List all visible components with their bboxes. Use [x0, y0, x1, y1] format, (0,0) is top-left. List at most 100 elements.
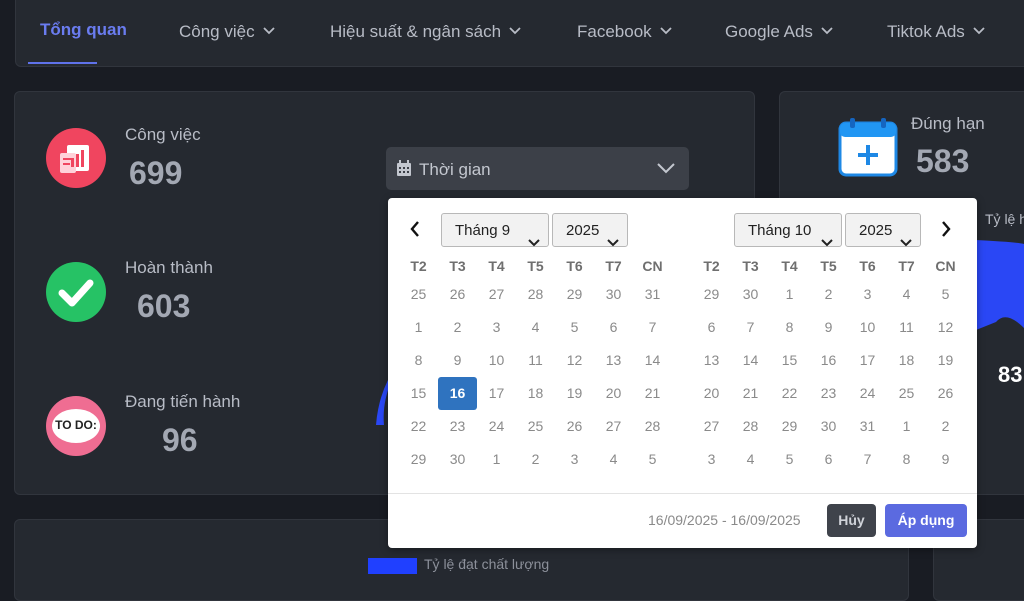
calendar-day[interactable]: 3 — [555, 443, 594, 476]
calendar-day[interactable]: 10 — [848, 311, 887, 344]
calendar-day[interactable]: 28 — [516, 278, 555, 311]
left-month-select[interactable]: Tháng 9 — [441, 213, 549, 247]
calendar-day[interactable]: 6 — [692, 311, 731, 344]
nav-tab-google-ads[interactable]: Google Ads — [725, 20, 833, 42]
calendar-day[interactable]: 15 — [399, 377, 438, 410]
calendar-day[interactable]: 28 — [731, 410, 770, 443]
calendar-day[interactable]: 6 — [809, 443, 848, 476]
calendar-day[interactable]: 29 — [555, 278, 594, 311]
calendar-day[interactable]: 12 — [926, 311, 965, 344]
calendar-day[interactable]: 1 — [887, 410, 926, 443]
calendar-day[interactable]: 31 — [848, 410, 887, 443]
calendar-day-selected[interactable]: 16 — [438, 377, 477, 410]
calendar-day[interactable]: 3 — [848, 278, 887, 311]
calendar-day[interactable]: 11 — [887, 311, 926, 344]
calendar-day[interactable]: 8 — [887, 443, 926, 476]
calendar-day[interactable]: 17 — [848, 344, 887, 377]
calendar-day[interactable]: 12 — [555, 344, 594, 377]
calendar-day[interactable]: 1 — [770, 278, 809, 311]
calendar-day[interactable]: 13 — [692, 344, 731, 377]
calendar-day[interactable]: 5 — [555, 311, 594, 344]
right-year-select[interactable]: 2025 — [845, 213, 921, 247]
calendar-day[interactable]: 15 — [770, 344, 809, 377]
calendar-day[interactable]: 18 — [887, 344, 926, 377]
nav-tab-facebook[interactable]: Facebook — [577, 20, 672, 42]
date-range-picker: Tháng 9 2025 Tháng 10 2025 T2 T3 T4 T5 T6 T7 C… — [388, 198, 977, 548]
calendar-day[interactable]: 30 — [731, 278, 770, 311]
left-year-select[interactable]: 2025 — [552, 213, 628, 247]
calendar-day[interactable]: 20 — [594, 377, 633, 410]
calendar-day[interactable]: 1 — [477, 443, 516, 476]
calendar-day[interactable]: 20 — [692, 377, 731, 410]
calendar-day[interactable]: 9 — [926, 443, 965, 476]
nav-tab-performance-budget[interactable]: Hiệu suất & ngân sách — [330, 20, 521, 42]
calendar-day[interactable]: 29 — [692, 278, 731, 311]
calendar-day[interactable]: 28 — [633, 410, 672, 443]
calendar-day[interactable]: 2 — [809, 278, 848, 311]
calendar-day[interactable]: 30 — [809, 410, 848, 443]
calendar-day[interactable]: 26 — [438, 278, 477, 311]
calendar-day[interactable]: 8 — [770, 311, 809, 344]
calendar-day[interactable]: 14 — [633, 344, 672, 377]
calendar-day[interactable]: 18 — [516, 377, 555, 410]
calendar-day[interactable]: 29 — [770, 410, 809, 443]
time-filter-select[interactable]: Thời gian — [386, 147, 689, 190]
calendar-day[interactable]: 29 — [399, 443, 438, 476]
calendar-day[interactable]: 26 — [555, 410, 594, 443]
calendar-day[interactable]: 2 — [438, 311, 477, 344]
calendar-day[interactable]: 4 — [731, 443, 770, 476]
calendar-day[interactable]: 9 — [438, 344, 477, 377]
calendar-day[interactable]: 4 — [887, 278, 926, 311]
calendar-day[interactable]: 16 — [809, 344, 848, 377]
right-month-select[interactable]: Tháng 10 — [734, 213, 842, 247]
calendar-day[interactable]: 23 — [438, 410, 477, 443]
nav-tab-tiktok-ads[interactable]: Tiktok Ads — [887, 20, 985, 42]
apply-button[interactable]: Áp dụng — [885, 504, 967, 537]
calendar-day[interactable]: 23 — [809, 377, 848, 410]
calendar-day[interactable]: 3 — [477, 311, 516, 344]
calendar-day[interactable]: 22 — [399, 410, 438, 443]
calendar-day[interactable]: 21 — [633, 377, 672, 410]
calendar-day[interactable]: 2 — [516, 443, 555, 476]
calendar-day[interactable]: 6 — [594, 311, 633, 344]
calendar-day[interactable]: 7 — [848, 443, 887, 476]
calendar-day[interactable]: 14 — [731, 344, 770, 377]
calendar-day[interactable]: 7 — [633, 311, 672, 344]
calendar-day[interactable]: 25 — [887, 377, 926, 410]
calendar-day[interactable]: 9 — [809, 311, 848, 344]
calendar-day[interactable]: 1 — [399, 311, 438, 344]
calendar-day[interactable]: 2 — [926, 410, 965, 443]
calendar-day[interactable]: 31 — [633, 278, 672, 311]
calendar-day[interactable]: 13 — [594, 344, 633, 377]
calendar-day[interactable]: 3 — [692, 443, 731, 476]
calendar-day[interactable]: 25 — [399, 278, 438, 311]
calendar-day[interactable]: 5 — [633, 443, 672, 476]
calendar-day[interactable]: 25 — [516, 410, 555, 443]
calendar-day[interactable]: 4 — [594, 443, 633, 476]
cancel-button[interactable]: Hủy — [827, 504, 876, 537]
calendar-day[interactable]: 24 — [848, 377, 887, 410]
calendar-day[interactable]: 19 — [926, 344, 965, 377]
nav-tab-overview[interactable]: Tổng quan — [40, 20, 127, 40]
calendar-day[interactable]: 17 — [477, 377, 516, 410]
calendar-day[interactable]: 26 — [926, 377, 965, 410]
calendar-day[interactable]: 7 — [731, 311, 770, 344]
calendar-day[interactable]: 4 — [516, 311, 555, 344]
calendar-day[interactable]: 19 — [555, 377, 594, 410]
calendar-day[interactable]: 24 — [477, 410, 516, 443]
calendar-day[interactable]: 27 — [477, 278, 516, 311]
prev-month-arrow-icon[interactable] — [410, 221, 420, 242]
calendar-day[interactable]: 5 — [770, 443, 809, 476]
calendar-day[interactable]: 11 — [516, 344, 555, 377]
calendar-day[interactable]: 5 — [926, 278, 965, 311]
calendar-day[interactable]: 8 — [399, 344, 438, 377]
calendar-day[interactable]: 22 — [770, 377, 809, 410]
calendar-day[interactable]: 27 — [594, 410, 633, 443]
calendar-day[interactable]: 27 — [692, 410, 731, 443]
calendar-day[interactable]: 30 — [594, 278, 633, 311]
calendar-day[interactable]: 30 — [438, 443, 477, 476]
calendar-day[interactable]: 10 — [477, 344, 516, 377]
calendar-day[interactable]: 21 — [731, 377, 770, 410]
nav-tab-tasks[interactable]: Công việc — [179, 20, 275, 42]
next-month-arrow-icon[interactable] — [941, 221, 951, 242]
